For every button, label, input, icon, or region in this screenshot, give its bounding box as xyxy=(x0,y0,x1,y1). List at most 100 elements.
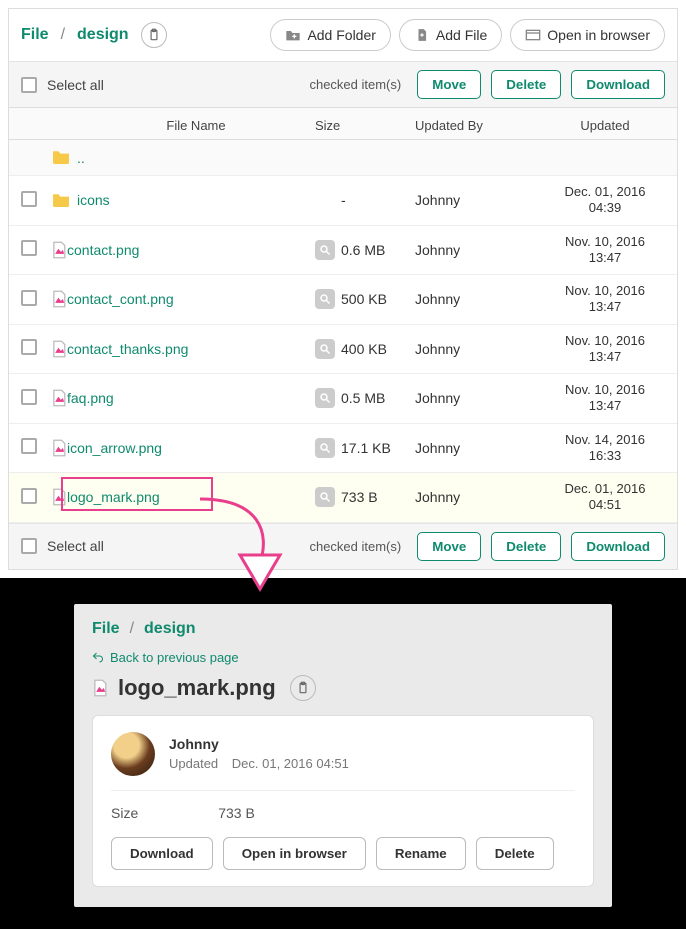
add-folder-label: Add Folder xyxy=(307,27,375,43)
folder-icon xyxy=(51,148,77,167)
folder-icon xyxy=(51,191,77,210)
row-checkbox[interactable] xyxy=(21,389,37,405)
file-detail-panel: File / design Back to previous page logo… xyxy=(74,604,612,907)
move-button-bottom[interactable]: Move xyxy=(417,532,481,561)
folder-plus-icon xyxy=(285,28,301,42)
size-value: 17.1 KB xyxy=(341,440,391,456)
detail-card: Johnny Updated Dec. 01, 2016 04:51 Size … xyxy=(92,715,594,887)
updated-date: Nov. 14, 201616:33 xyxy=(545,432,665,465)
size-value: 0.6 MB xyxy=(341,242,385,258)
updated-date: Nov. 10, 201613:47 xyxy=(545,234,665,267)
detail-breadcrumb: File / design xyxy=(92,620,594,638)
magnify-icon[interactable] xyxy=(315,289,335,309)
size-value: 400 KB xyxy=(341,341,387,357)
open-in-browser-button[interactable]: Open in browser xyxy=(510,19,665,51)
detail-open-button[interactable]: Open in browser xyxy=(223,837,366,870)
checked-items-label-bottom: checked item(s) xyxy=(309,539,401,554)
file-name-link[interactable]: contact.png xyxy=(67,242,315,258)
file-name-link[interactable]: icon_arrow.png xyxy=(67,440,315,456)
magnify-icon[interactable] xyxy=(315,487,335,507)
col-updated-by[interactable]: Updated By xyxy=(415,118,545,133)
file-browser-panel: File / design Add Folder Add File Open i… xyxy=(8,8,678,570)
updated-date: Dec. 01, 201604:51 xyxy=(545,481,665,514)
table-row[interactable]: icon_arrow.png 17.1 KB JohnnyNov. 14, 2016… xyxy=(9,424,677,474)
parent-folder-row[interactable]: .. xyxy=(9,140,677,176)
row-checkbox[interactable] xyxy=(21,240,37,256)
file-image-icon xyxy=(51,340,67,358)
table-row[interactable]: contact.png 0.6 MB JohnnyNov. 10, 201613:4… xyxy=(9,226,677,276)
file-name-link[interactable]: contact_thanks.png xyxy=(67,341,315,357)
owner-name: Johnny xyxy=(169,736,349,752)
detail-breadcrumb-root[interactable]: File xyxy=(92,620,120,638)
updated-date: Nov. 10, 201613:47 xyxy=(545,333,665,366)
row-checkbox[interactable] xyxy=(21,290,37,306)
add-file-button[interactable]: Add File xyxy=(399,19,502,51)
col-size[interactable]: Size xyxy=(315,118,415,133)
detail-delete-button[interactable]: Delete xyxy=(476,837,554,870)
updated-by: Johnny xyxy=(415,291,545,307)
browser-icon xyxy=(525,28,541,42)
add-folder-button[interactable]: Add Folder xyxy=(270,19,390,51)
row-checkbox[interactable] xyxy=(21,339,37,355)
size-value: 733 B xyxy=(218,805,255,821)
detail-backdrop: File / design Back to previous page logo… xyxy=(0,578,686,929)
table-row[interactable]: logo_mark.png733 BJohnnyDec. 01, 201604:… xyxy=(9,473,677,523)
add-file-label: Add File xyxy=(436,27,487,43)
detail-breadcrumb-current[interactable]: design xyxy=(144,620,196,638)
size-value: 0.5 MB xyxy=(341,390,385,406)
move-button[interactable]: Move xyxy=(417,70,481,99)
table-row[interactable]: faq.png 0.5 MB JohnnyNov. 10, 201613:47 xyxy=(9,374,677,424)
action-bar-top: Select all checked item(s) Move Delete D… xyxy=(9,61,677,107)
delete-button-bottom[interactable]: Delete xyxy=(491,532,561,561)
magnify-icon[interactable] xyxy=(315,388,335,408)
col-updated[interactable]: Updated xyxy=(545,118,665,133)
updated-date: Nov. 10, 201613:47 xyxy=(545,382,665,415)
updated-by: Johnny xyxy=(415,242,545,258)
detail-download-button[interactable]: Download xyxy=(111,837,213,870)
file-name-link[interactable]: faq.png xyxy=(67,390,315,406)
size-value: - xyxy=(341,192,346,208)
table-row[interactable]: contact_cont.png500 KBJohnnyNov. 10, 201… xyxy=(9,275,677,325)
table-row[interactable]: icons-JohnnyDec. 01, 201604:39 xyxy=(9,176,677,226)
select-all-label-bottom: Select all xyxy=(47,538,104,554)
breadcrumb-separator: / xyxy=(57,26,69,44)
file-image-icon xyxy=(51,389,67,407)
detail-rename-button[interactable]: Rename xyxy=(376,837,466,870)
row-checkbox[interactable] xyxy=(21,191,37,207)
select-all-checkbox[interactable] xyxy=(21,77,37,93)
magnify-icon[interactable] xyxy=(315,438,335,458)
magnify-icon[interactable] xyxy=(315,339,335,359)
delete-button[interactable]: Delete xyxy=(491,70,561,99)
clipboard-icon[interactable] xyxy=(290,675,316,701)
updated-label: Updated xyxy=(169,756,218,771)
back-link[interactable]: Back to previous page xyxy=(92,650,594,665)
select-all-label: Select all xyxy=(47,77,104,93)
file-name-link[interactable]: contact_cont.png xyxy=(67,291,315,307)
file-name-link[interactable]: icons xyxy=(77,192,315,208)
file-name-link[interactable]: logo_mark.png xyxy=(67,489,315,505)
breadcrumb-separator: / xyxy=(126,620,138,638)
download-button[interactable]: Download xyxy=(571,70,665,99)
row-checkbox[interactable] xyxy=(21,438,37,454)
table-header: File Name Size Updated By Updated xyxy=(9,107,677,140)
open-browser-label: Open in browser xyxy=(547,27,650,43)
breadcrumb-current[interactable]: design xyxy=(77,26,129,44)
row-checkbox[interactable] xyxy=(21,488,37,504)
updated-by: Johnny xyxy=(415,390,545,406)
panel-header: File / design Add Folder Add File Open i… xyxy=(9,9,677,61)
file-image-icon xyxy=(51,439,67,457)
size-label: Size xyxy=(111,805,138,821)
col-filename[interactable]: File Name xyxy=(77,118,315,133)
updated-by: Johnny xyxy=(415,440,545,456)
magnify-icon[interactable] xyxy=(315,240,335,260)
breadcrumb-root[interactable]: File xyxy=(21,26,49,44)
detail-filename: logo_mark.png xyxy=(118,675,276,701)
checked-items-label: checked item(s) xyxy=(309,77,401,92)
table-row[interactable]: contact_thanks.png400 KBJohnnyNov. 10, 2… xyxy=(9,325,677,375)
back-label: Back to previous page xyxy=(110,650,239,665)
select-all-checkbox-bottom[interactable] xyxy=(21,538,37,554)
download-button-bottom[interactable]: Download xyxy=(571,532,665,561)
clipboard-icon[interactable] xyxy=(141,22,167,48)
file-image-icon xyxy=(51,290,67,308)
undo-icon xyxy=(92,651,104,663)
